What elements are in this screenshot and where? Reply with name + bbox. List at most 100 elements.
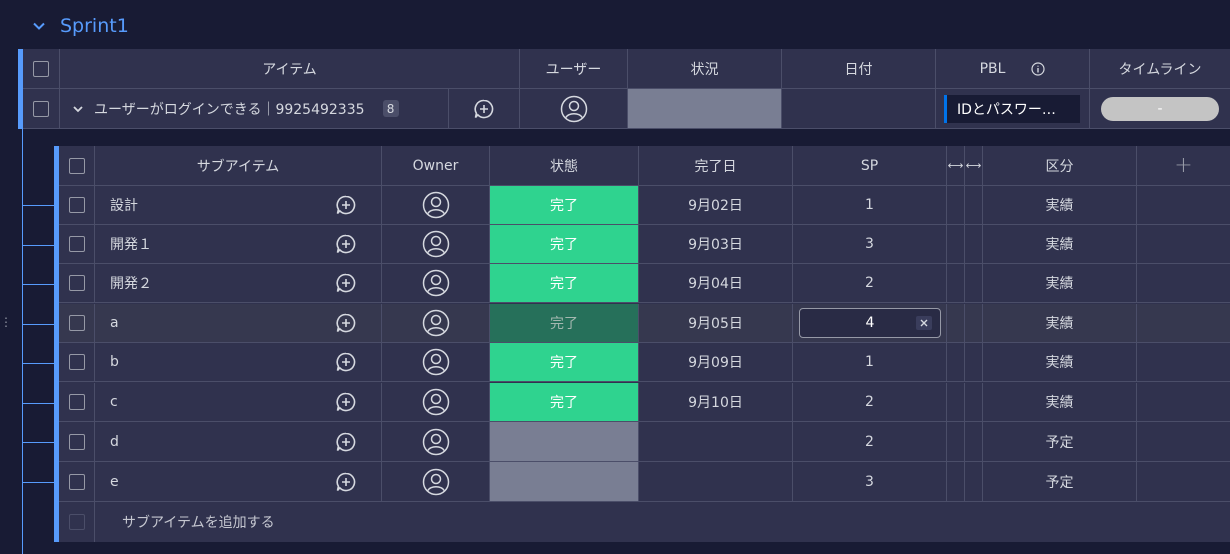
subitem-category-cell[interactable]: 実績 bbox=[983, 304, 1137, 343]
header-pbl[interactable]: PBL bbox=[936, 49, 1090, 89]
subitem-category-cell[interactable]: 実績 bbox=[983, 383, 1137, 422]
subitem-name[interactable]: e bbox=[95, 462, 311, 502]
subitem-updates-cell[interactable] bbox=[311, 383, 382, 422]
subitem-name[interactable]: c bbox=[95, 383, 311, 422]
item-user-cell[interactable] bbox=[520, 89, 628, 129]
subitem-date-cell[interactable]: 9月02日 bbox=[639, 186, 793, 225]
subitem-updates-cell[interactable] bbox=[311, 264, 382, 303]
subitem-extra-cell[interactable] bbox=[965, 225, 983, 264]
header-sp[interactable]: SP bbox=[793, 146, 947, 186]
subitem-sp-cell[interactable]: 1 bbox=[793, 343, 947, 382]
select-all-checkbox[interactable] bbox=[33, 60, 49, 77]
row-checkbox[interactable] bbox=[33, 100, 49, 117]
subitem-row[interactable]: 開発１ 完了 9月03日 3 実績 bbox=[59, 225, 1230, 264]
column-resize-handle[interactable]: ⟷ bbox=[965, 146, 983, 186]
subitem-updates-cell[interactable] bbox=[311, 304, 382, 343]
subitem-status-cell[interactable]: 完了 bbox=[490, 383, 639, 422]
header-category[interactable]: 区分 bbox=[983, 146, 1137, 186]
subitem-extra-cell[interactable] bbox=[965, 304, 983, 343]
subitem-row[interactable]: 設計 完了 9月02日 1 実績 bbox=[59, 186, 1230, 225]
subitem-extra-cell[interactable] bbox=[947, 383, 965, 422]
item-pbl-cell[interactable]: IDとパスワー… bbox=[936, 89, 1090, 129]
subitem-name[interactable]: 設計 bbox=[95, 186, 311, 225]
person-icon[interactable] bbox=[422, 388, 450, 416]
add-update-icon[interactable] bbox=[335, 233, 357, 255]
plus-icon[interactable]: + bbox=[1174, 153, 1192, 178]
header-date[interactable]: 日付 bbox=[782, 49, 936, 89]
person-icon[interactable] bbox=[422, 191, 450, 219]
subitem-row[interactable]: b 完了 9月09日 1 実績 bbox=[59, 343, 1230, 382]
header-subitem[interactable]: サブアイテム bbox=[95, 146, 382, 186]
subitem-sp-cell[interactable]: 4 bbox=[793, 304, 947, 343]
add-subitem-input[interactable]: サブアイテムを追加する bbox=[95, 502, 1230, 542]
subitem-date-cell[interactable]: 9月09日 bbox=[639, 343, 793, 382]
subitem-row[interactable]: e 3 予定 bbox=[59, 462, 1230, 502]
subitem-extra-cell[interactable] bbox=[947, 304, 965, 343]
subitem-updates-cell[interactable] bbox=[311, 462, 382, 502]
header-owner[interactable]: Owner bbox=[382, 146, 490, 186]
subitem-sp-cell[interactable]: 1 bbox=[793, 186, 947, 225]
subitem-count-badge[interactable]: 8 bbox=[382, 100, 399, 117]
sub-select-all-checkbox[interactable] bbox=[68, 157, 85, 174]
subitem-owner-cell[interactable] bbox=[382, 462, 490, 502]
subitem-row[interactable]: c 完了 9月10日 2 実績 bbox=[59, 383, 1230, 422]
subitem-name[interactable]: 開発２ bbox=[95, 264, 311, 303]
person-icon[interactable] bbox=[422, 468, 450, 496]
item-status-cell[interactable] bbox=[628, 89, 782, 129]
person-icon[interactable] bbox=[422, 309, 450, 337]
expand-subitems-icon[interactable] bbox=[72, 103, 84, 115]
subitem-extra-cell[interactable] bbox=[947, 422, 965, 462]
subitem-status-cell[interactable] bbox=[490, 462, 639, 502]
subitem-updates-cell[interactable] bbox=[311, 422, 382, 462]
subitem-category-cell[interactable]: 実績 bbox=[983, 264, 1137, 303]
subitem-checkbox[interactable] bbox=[68, 236, 85, 252]
subitem-checkbox[interactable] bbox=[68, 473, 85, 490]
subitem-sp-cell[interactable]: 3 bbox=[793, 225, 947, 264]
subitem-owner-cell[interactable] bbox=[382, 422, 490, 462]
subitem-row[interactable]: 開発２ 完了 9月04日 2 実績 bbox=[59, 264, 1230, 303]
drag-handle-dots[interactable]: ⋮ bbox=[0, 315, 12, 329]
subitem-extra-cell[interactable] bbox=[947, 462, 965, 502]
add-update-icon[interactable] bbox=[335, 312, 357, 334]
subitem-category-cell[interactable]: 予定 bbox=[983, 422, 1137, 462]
subitem-name[interactable]: a bbox=[95, 304, 311, 343]
subitem-status-cell[interactable]: 完了 bbox=[490, 225, 639, 264]
group-title[interactable]: Sprint1 bbox=[60, 15, 129, 37]
subitem-status-cell[interactable]: 完了 bbox=[490, 343, 639, 382]
subitem-checkbox[interactable] bbox=[68, 315, 85, 331]
subitem-extra-cell[interactable] bbox=[965, 343, 983, 382]
person-icon[interactable] bbox=[422, 269, 450, 297]
header-status[interactable]: 状況 bbox=[628, 49, 782, 89]
subitem-category-cell[interactable]: 実績 bbox=[983, 186, 1137, 225]
person-icon[interactable] bbox=[422, 348, 450, 376]
subitem-sp-cell[interactable]: 2 bbox=[793, 422, 947, 462]
add-update-icon[interactable] bbox=[335, 431, 357, 453]
subitem-status-cell[interactable]: 完了 bbox=[490, 186, 639, 225]
item-name[interactable]: ユーザーがログインできる｜9925492335 bbox=[94, 99, 365, 119]
subitem-updates-cell[interactable] bbox=[311, 225, 382, 264]
person-icon[interactable] bbox=[422, 428, 450, 456]
person-icon[interactable] bbox=[422, 230, 450, 258]
subitem-extra-cell[interactable] bbox=[965, 462, 983, 502]
subitem-checkbox[interactable] bbox=[68, 354, 85, 370]
subitem-sp-cell[interactable]: 2 bbox=[793, 264, 947, 303]
subitem-owner-cell[interactable] bbox=[382, 225, 490, 264]
subitem-date-cell[interactable]: 9月04日 bbox=[639, 264, 793, 303]
add-update-icon[interactable] bbox=[335, 471, 357, 493]
sp-number-input[interactable]: 4 bbox=[799, 308, 941, 338]
subitem-owner-cell[interactable] bbox=[382, 343, 490, 382]
main-item-row[interactable]: ユーザーがログインできる｜9925492335 8 IDとパスワー… - bbox=[23, 89, 1230, 129]
subitem-category-cell[interactable]: 予定 bbox=[983, 462, 1137, 502]
subitem-status-cell[interactable]: 完了 bbox=[490, 264, 639, 303]
subitem-sp-cell[interactable]: 3 bbox=[793, 462, 947, 502]
clear-icon[interactable] bbox=[916, 316, 932, 330]
add-update-icon[interactable] bbox=[335, 194, 357, 216]
subitem-category-cell[interactable]: 実績 bbox=[983, 343, 1137, 382]
add-update-icon[interactable] bbox=[335, 272, 357, 294]
subitem-extra-cell[interactable] bbox=[965, 186, 983, 225]
subitem-updates-cell[interactable] bbox=[311, 186, 382, 225]
subitem-date-cell[interactable]: 9月05日 bbox=[639, 304, 793, 343]
subitem-category-cell[interactable]: 実績 bbox=[983, 225, 1137, 264]
item-timeline-cell[interactable]: - bbox=[1090, 89, 1230, 129]
add-update-icon[interactable] bbox=[335, 391, 357, 413]
